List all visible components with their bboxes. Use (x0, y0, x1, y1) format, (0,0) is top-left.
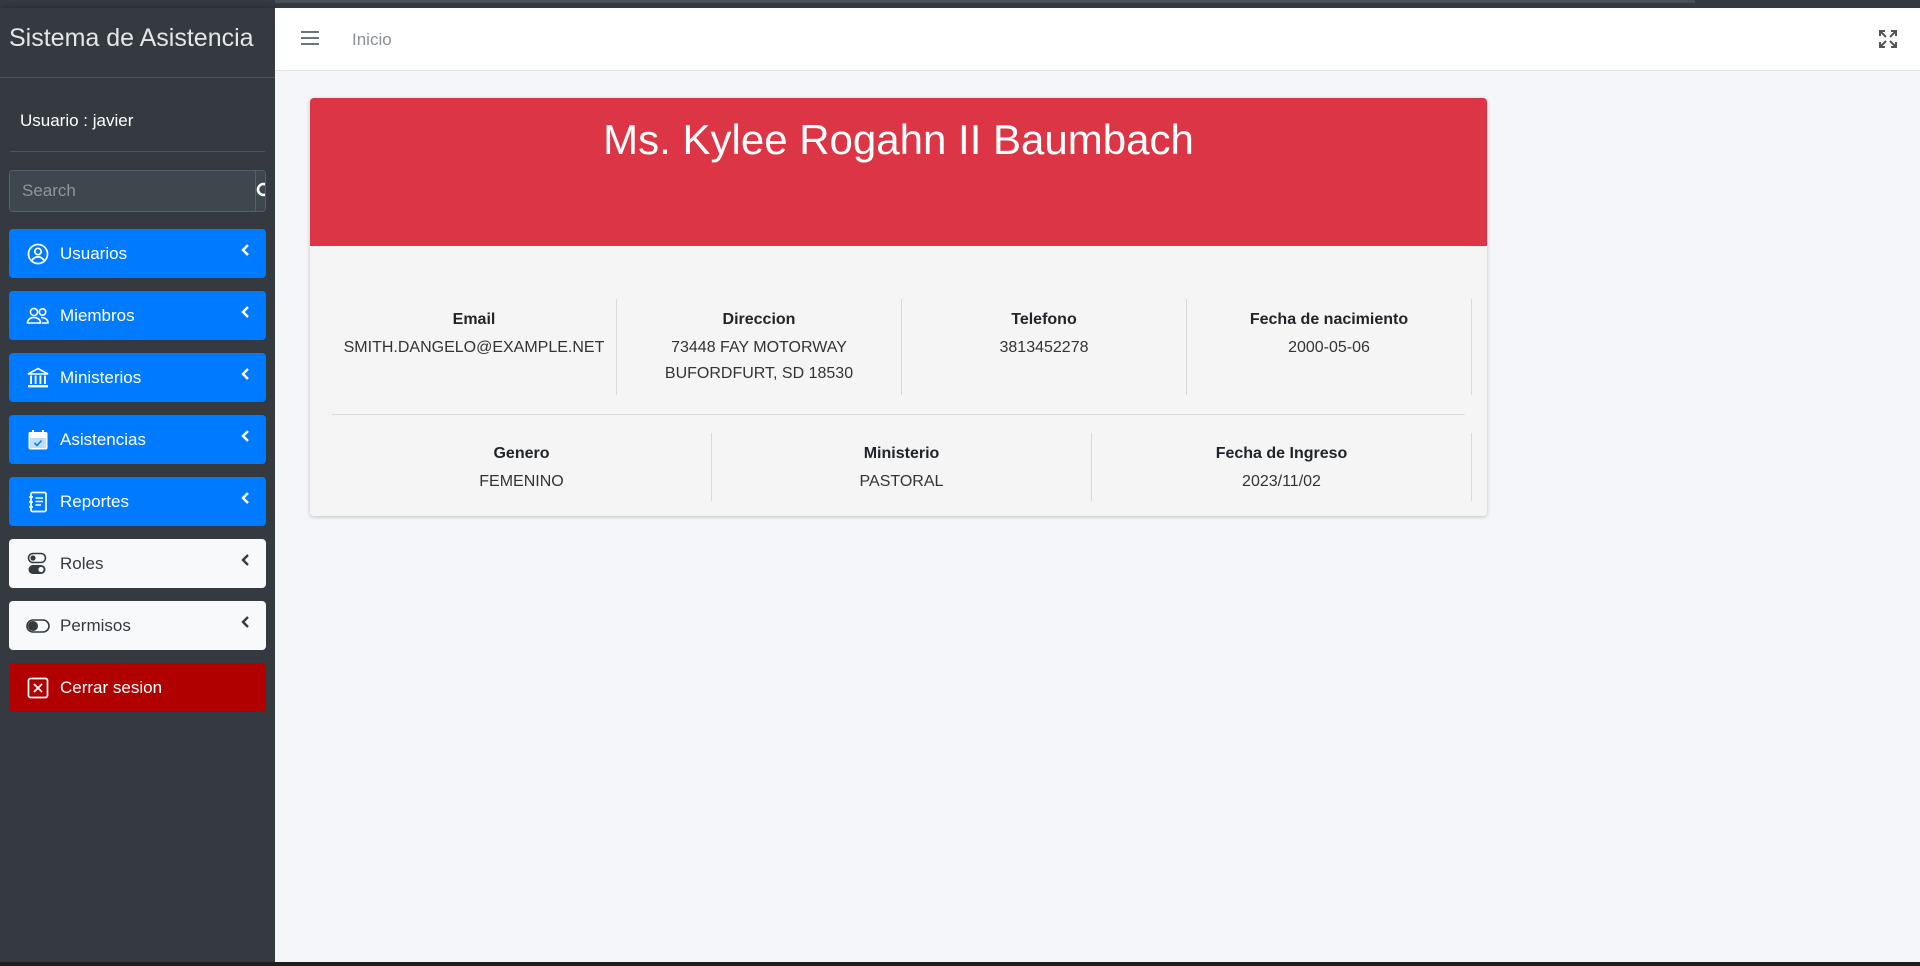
address-line-2: BUFORDFURT, SD 18530 (664, 365, 854, 382)
section-divider (332, 414, 1465, 415)
gender-label: Genero (493, 445, 550, 462)
brand-title[interactable]: Sistema de Asistencia (0, 8, 275, 78)
menu-icon[interactable] (301, 30, 319, 46)
address-label: Direccion (722, 311, 796, 328)
email-label: Email (452, 311, 496, 328)
join-date-field: Fecha de Ingreso 2023/11/02 (1092, 433, 1472, 501)
user-panel: Usuario : javier (10, 78, 265, 152)
sidebar-item-roles[interactable]: Roles (9, 539, 266, 588)
phone-label: Telefono (1011, 311, 1077, 328)
search-button[interactable] (255, 171, 265, 211)
birth-date-field: Fecha de nacimiento 2000-05-06 (1187, 299, 1472, 395)
ministry-value: PASTORAL (859, 473, 944, 490)
join-date-label: Fecha de Ingreso (1215, 445, 1348, 462)
phone-value: 3813452278 (999, 339, 1089, 356)
chevron-left-icon (241, 492, 249, 504)
toggle-on-icon (26, 614, 50, 638)
user-circle-icon (26, 242, 50, 266)
chevron-left-icon (241, 430, 249, 442)
join-date-value: 2023/11/02 (1242, 473, 1321, 490)
sidebar-item-permisos[interactable]: Permisos (9, 601, 266, 650)
details-row-1: Email SMITH.DANGELO@EXAMPLE.NET Direccio… (332, 299, 1472, 395)
sidebar-item-label: Permisos (60, 615, 131, 635)
fullscreen-icon[interactable] (1879, 30, 1897, 48)
sidebar-item-label: Asistencias (60, 429, 146, 449)
window-top-strip (0, 0, 1920, 8)
top-navbar: Inicio (275, 8, 1920, 71)
chevron-left-icon (241, 554, 249, 566)
sidebar-item-reportes[interactable]: Reportes (9, 477, 266, 526)
chevron-left-icon (241, 616, 249, 628)
search-icon (256, 182, 265, 197)
gender-field: Genero FEMENINO (332, 433, 712, 501)
search-input[interactable] (10, 171, 255, 211)
email-value: SMITH.DANGELO@EXAMPLE.NET (343, 339, 605, 356)
birth-date-value: 2000-05-06 (1288, 339, 1370, 356)
users-icon (26, 304, 50, 328)
gender-value: FEMENINO (479, 473, 564, 490)
sidebar-item-ministerios[interactable]: Ministerios (9, 353, 266, 402)
main-content: Inicio Ms. Kylee Rogahn II Baumbach Emai… (275, 8, 1920, 962)
window-bottom-strip (0, 962, 1920, 966)
sidebar-nav: Usuarios Miembros Ministerios Asistencia… (9, 229, 266, 725)
ministry-label: Ministerio (863, 445, 940, 462)
chevron-left-icon (241, 244, 249, 256)
top-rail (275, 0, 1695, 3)
ministry-field: Ministerio PASTORAL (712, 433, 1092, 501)
bank-icon (26, 366, 50, 390)
sidebar-item-asistencias[interactable]: Asistencias (9, 415, 266, 464)
journal-icon (26, 490, 50, 514)
sidebar-item-label: Miembros (60, 305, 135, 325)
chevron-left-icon (241, 306, 249, 318)
address-field: Direccion 73448 FAY MOTORWAY BUFORDFURT,… (617, 299, 902, 395)
sidebar-search (9, 170, 266, 212)
toggles-icon (26, 552, 50, 576)
user-label[interactable]: Usuario : javier (20, 111, 133, 130)
sidebar-item-label: Reportes (60, 491, 129, 511)
home-link[interactable]: Inicio (352, 30, 392, 50)
address-line-1: 73448 FAY MOTORWAY (671, 339, 847, 356)
phone-field: Telefono 3813452278 (902, 299, 1187, 395)
x-square-icon (26, 676, 50, 700)
logout-label: Cerrar sesion (60, 677, 163, 697)
birth-date-label: Fecha de nacimiento (1249, 311, 1409, 328)
sidebar-item-label: Ministerios (60, 367, 142, 387)
logout-button[interactable]: Cerrar sesion (9, 663, 266, 712)
member-name: Ms. Kylee Rogahn II Baumbach (310, 98, 1487, 246)
sidebar-item-label: Roles (60, 553, 104, 573)
member-profile-card: Ms. Kylee Rogahn II Baumbach Email SMITH… (310, 98, 1487, 516)
calendar-check-icon (26, 428, 50, 452)
email-field: Email SMITH.DANGELO@EXAMPLE.NET (332, 299, 617, 395)
sidebar-item-usuarios[interactable]: Usuarios (9, 229, 266, 278)
details-row-2: Genero FEMENINO Ministerio PASTORAL Fech… (332, 433, 1472, 501)
sidebar-item-label: Usuarios (60, 243, 128, 263)
chevron-left-icon (241, 368, 249, 380)
sidebar: Sistema de Asistencia Usuario : javier U… (0, 8, 275, 962)
sidebar-item-miembros[interactable]: Miembros (9, 291, 266, 340)
